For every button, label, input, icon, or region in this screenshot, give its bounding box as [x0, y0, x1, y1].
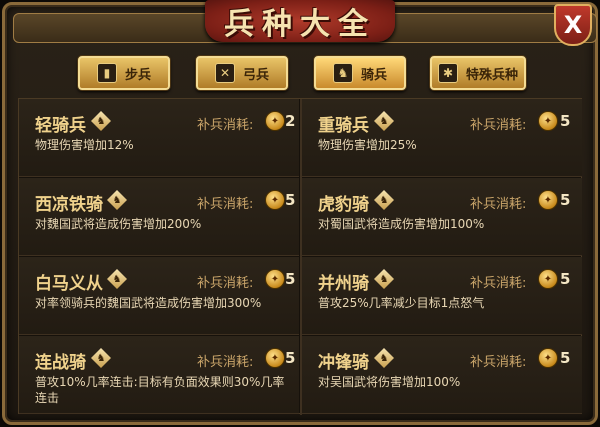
coin-icon: ✦: [265, 269, 285, 289]
coin-icon: ✦: [538, 111, 558, 131]
unit-description: 普攻25%几率减少目标1点怒气: [318, 296, 485, 310]
infantry-icon: ▮: [96, 63, 117, 83]
tab-archer[interactable]: ✕ 弓兵: [196, 56, 288, 90]
cavalry-icon: ♞: [332, 63, 353, 83]
unit-description: 对率领骑兵的魏国武将造成伤害增加300%: [35, 296, 262, 310]
cavalry-badge-icon: ♞: [107, 190, 127, 210]
cost-value: 5: [560, 270, 571, 288]
unit-description: 物理伤害增加25%: [318, 138, 417, 152]
coin-icon: ✦: [538, 348, 558, 368]
unit-card[interactable]: 并州骑 ♞ 补兵消耗: ✦ 5 普攻25%几率减少目标1点怒气: [302, 257, 582, 335]
unit-card[interactable]: 重骑兵 ♞ 补兵消耗: ✦ 5 物理伤害增加25%: [302, 99, 582, 177]
cost-value: 5: [560, 191, 571, 209]
cost-label: 补兵消耗:: [470, 276, 527, 291]
unit-card[interactable]: 西凉铁骑 ♞ 补兵消耗: ✦ 5 对魏国武将造成伤害增加200%: [19, 178, 299, 256]
coin-icon: ✦: [538, 190, 558, 210]
unit-card[interactable]: 轻骑兵 ♞ 补兵消耗: ✦ 2 物理伤害增加12%: [19, 99, 299, 177]
unit-name: 连战骑: [35, 353, 86, 373]
unit-name: 虎豹骑: [318, 195, 369, 215]
unit-card[interactable]: 虎豹骑 ♞ 补兵消耗: ✦ 5 对蜀国武将造成伤害增加100%: [302, 178, 582, 256]
cost-value: 5: [560, 112, 571, 130]
cost-label: 补兵消耗:: [197, 118, 254, 133]
unit-list: 轻骑兵 ♞ 补兵消耗: ✦ 2 物理伤害增加12% 重骑兵 ♞ 补兵消耗: ✦ …: [18, 98, 582, 415]
unit-card[interactable]: 白马义从 ♞ 补兵消耗: ✦ 5 对率领骑兵的魏国武将造成伤害增加300%: [19, 257, 299, 335]
title-banner: 兵种大全: [205, 0, 395, 42]
cost-label: 补兵消耗:: [470, 197, 527, 212]
unit-name: 重骑兵: [318, 116, 369, 136]
cost-label: 补兵消耗:: [197, 276, 254, 291]
unit-type-tabs: ▮ 步兵 ✕ 弓兵 ♞ 骑兵 ✱ 特殊兵种: [0, 56, 600, 90]
cost-value: 5: [285, 191, 296, 209]
cost-value: 2: [285, 112, 296, 130]
coin-icon: ✦: [265, 348, 285, 368]
cavalry-badge-icon: ♞: [91, 348, 111, 368]
cost-label: 补兵消耗:: [470, 118, 527, 133]
unit-card[interactable]: 连战骑 ♞ 补兵消耗: ✦ 5 普攻10%几率连击:目标有负面效果则30%几率连…: [19, 336, 299, 414]
unit-name: 西凉铁骑: [35, 195, 103, 215]
close-button[interactable]: X: [554, 4, 592, 46]
unit-name: 并州骑: [318, 274, 369, 294]
unit-description: 对蜀国武将造成伤害增加100%: [318, 217, 485, 231]
tab-label: 步兵: [124, 67, 151, 83]
cavalry-badge-icon: ♞: [374, 111, 394, 131]
cavalry-badge-icon: ♞: [374, 269, 394, 289]
unit-name: 轻骑兵: [35, 116, 86, 136]
coin-icon: ✦: [265, 111, 285, 131]
tab-special[interactable]: ✱ 特殊兵种: [430, 56, 526, 90]
unit-card[interactable]: 冲锋骑 ♞ 补兵消耗: ✦ 5 对吴国武将伤害增加100%: [302, 336, 582, 414]
archer-icon: ✕: [214, 63, 235, 83]
cavalry-badge-icon: ♞: [91, 111, 111, 131]
tab-infantry[interactable]: ▮ 步兵: [78, 56, 170, 90]
cost-value: 5: [285, 270, 296, 288]
unit-description: 普攻10%几率连击:目标有负面效果则30%几率连击: [35, 375, 285, 405]
cost-label: 补兵消耗:: [197, 197, 254, 212]
unit-description: 对吴国武将伤害增加100%: [318, 375, 461, 389]
coin-icon: ✦: [538, 269, 558, 289]
tab-cavalry[interactable]: ♞ 骑兵: [314, 56, 406, 90]
unit-name: 白马义从: [35, 274, 103, 294]
unit-description: 物理伤害增加12%: [35, 138, 134, 152]
cost-value: 5: [285, 349, 296, 367]
close-icon: X: [563, 11, 583, 39]
cost-label: 补兵消耗:: [470, 355, 527, 370]
cost-value: 5: [560, 349, 571, 367]
cavalry-badge-icon: ♞: [374, 190, 394, 210]
cavalry-badge-icon: ♞: [107, 269, 127, 289]
tab-label: 骑兵: [360, 67, 387, 83]
tab-label: 特殊兵种: [465, 67, 518, 83]
cavalry-badge-icon: ♞: [374, 348, 394, 368]
tab-label: 弓兵: [242, 67, 269, 83]
coin-icon: ✦: [265, 190, 285, 210]
special-icon: ✱: [437, 63, 458, 83]
unit-description: 对魏国武将造成伤害增加200%: [35, 217, 202, 231]
unit-name: 冲锋骑: [318, 353, 369, 373]
cost-label: 补兵消耗:: [197, 355, 254, 370]
page-title: 兵种大全: [224, 7, 376, 42]
